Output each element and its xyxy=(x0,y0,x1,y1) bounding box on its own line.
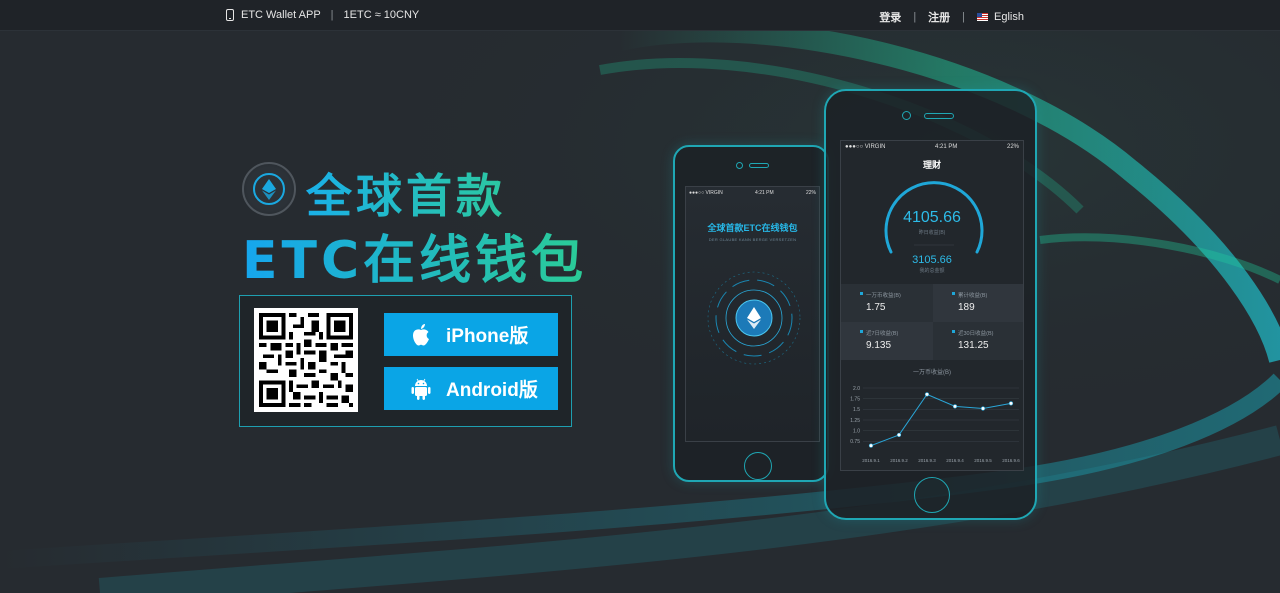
data-point xyxy=(980,406,986,411)
ethereum-diamond-icon xyxy=(262,179,276,200)
x-tick-label: 2016.9.1 xyxy=(862,458,880,463)
top-bar-left: ETC Wallet APP | 1ETC ≈ 10CNY xyxy=(226,9,419,21)
language-label: Eglish xyxy=(994,11,1024,23)
android-download-label: Android版 xyxy=(446,380,538,401)
exchange-rate: 1ETC ≈ 10CNY xyxy=(343,9,420,21)
x-tick-label: 2016.9.4 xyxy=(946,458,964,463)
x-tick-label: 2016.9.3 xyxy=(918,458,936,463)
y-tick-label: 1.5 xyxy=(853,407,860,413)
qr-code-image xyxy=(259,313,353,407)
separator: | xyxy=(913,11,917,23)
phone-speaker xyxy=(749,163,769,168)
top-bar-right: 登录 | 注册 | Eglish xyxy=(879,9,1024,25)
yesterday-earnings-value: 4105.66 xyxy=(903,209,961,226)
qr-code xyxy=(254,308,358,412)
y-tick-label: 0.75 xyxy=(850,439,860,445)
iphone-download-button[interactable]: iPhone版 xyxy=(384,313,558,356)
carrier: ●●●○○ VIRGIN xyxy=(845,144,886,150)
total-amount-caption: 我的总金额 xyxy=(919,268,945,274)
splash-title: 全球首款ETC在线钱包 xyxy=(707,223,798,233)
us-flag-icon xyxy=(977,13,989,21)
login-link[interactable]: 登录 xyxy=(879,9,901,25)
stat-value: 131.25 xyxy=(958,340,989,351)
x-tick-label: 2016.9.2 xyxy=(890,458,908,463)
data-point xyxy=(868,443,874,448)
stat-label: 近7日收益(B) xyxy=(860,329,933,337)
stats-grid: 一万币收益(B) 1.75 累计收益(B) 189 近7日收益(B) 9.135… xyxy=(841,284,1023,360)
yesterday-earnings-caption: 昨日收益(B) xyxy=(918,230,946,236)
y-tick-label: 2.0 xyxy=(853,386,860,392)
carrier: ●●●○○ VIRGIN xyxy=(689,190,723,196)
separator: | xyxy=(962,11,966,23)
phone-home-button xyxy=(914,477,950,513)
clock: 4:21 PM xyxy=(935,144,958,150)
finance-screen: ●●●○○ VIRGIN 4:21 PM 22% 理财 4105.66 昨日收益… xyxy=(840,140,1024,471)
register-link[interactable]: 注册 xyxy=(928,9,950,25)
data-point xyxy=(924,392,930,397)
stat-value: 9.135 xyxy=(866,340,892,351)
android-download-button[interactable]: Android版 xyxy=(384,367,558,410)
android-icon xyxy=(408,376,434,402)
download-panel: iPhone版 Android版 xyxy=(239,295,572,427)
splash-rings xyxy=(707,271,801,365)
etc-logo-ring xyxy=(253,173,285,205)
stat-tile: 一万币收益(B) 1.75 xyxy=(841,284,933,322)
data-point xyxy=(1008,401,1014,406)
iphone-download-label: iPhone版 xyxy=(446,326,529,347)
y-tick-label: 1.25 xyxy=(850,418,860,424)
top-bar: ETC Wallet APP | 1ETC ≈ 10CNY 登录 | 注册 | … xyxy=(0,0,1280,31)
x-tick-label: 2016.9.5 xyxy=(974,458,992,463)
data-point xyxy=(952,404,958,409)
stat-tile: 累计收益(B) 189 xyxy=(933,284,1023,322)
y-tick-label: 1.0 xyxy=(853,428,860,434)
splash-screen: ●●●○○ VIRGIN 4:21 PM 22% 全球首款ETC在线钱包 DER… xyxy=(685,186,820,442)
stat-tile: 近7日收益(B) 9.135 xyxy=(841,322,933,360)
battery: 22% xyxy=(1006,144,1019,150)
clock: 4:21 PM xyxy=(755,190,774,196)
stat-label: 一万币收益(B) xyxy=(860,291,933,299)
separator: | xyxy=(330,9,334,21)
etc-logo-icon xyxy=(242,162,296,216)
total-amount-value: 3105.66 xyxy=(912,254,952,266)
data-point xyxy=(896,432,902,438)
status-bar: ●●●○○ VIRGIN 4:21 PM 22% xyxy=(841,141,1023,153)
language-switch[interactable]: Eglish xyxy=(977,11,1024,23)
app-label-link[interactable]: ETC Wallet APP xyxy=(241,9,321,21)
battery: 22% xyxy=(805,190,816,196)
stat-tile: 近30日收益(B) 131.25 xyxy=(933,322,1023,360)
stat-label: 累计收益(B) xyxy=(952,291,1023,299)
background-swoosh xyxy=(0,0,1280,593)
stat-value: 189 xyxy=(958,302,975,313)
earnings-line-chart: 2.0 1.75 1.5 1.25 1.0 0.75 2016.9.1 2016.9.2 201… xyxy=(850,386,1020,463)
phone-camera xyxy=(736,162,743,169)
mobile-phone-icon xyxy=(226,9,234,21)
x-tick-label: 2016.9.6 xyxy=(1002,458,1020,463)
splash-subtitle: DER GLAUBE KANN BERGE VERSETZEN xyxy=(708,237,797,242)
screen-title: 理财 xyxy=(922,160,941,170)
y-tick-label: 1.75 xyxy=(850,396,860,402)
stat-label: 近30日收益(B) xyxy=(952,329,1023,337)
phone-speaker xyxy=(924,113,954,119)
headline-line-1: 全球首款 xyxy=(306,160,506,226)
headline-line-2: ETC在线钱包 xyxy=(242,218,587,293)
phone-camera xyxy=(902,111,911,120)
phone-mockup-finance: ●●●○○ VIRGIN 4:21 PM 22% 理财 4105.66 昨日收益… xyxy=(824,89,1037,520)
status-bar: ●●●○○ VIRGIN 4:21 PM 22% xyxy=(686,187,819,199)
apple-icon xyxy=(408,322,434,348)
stat-value: 1.75 xyxy=(866,302,886,313)
phone-home-button xyxy=(744,452,772,480)
phone-mockup-splash: ●●●○○ VIRGIN 4:21 PM 22% 全球首款ETC在线钱包 DER… xyxy=(673,145,829,482)
